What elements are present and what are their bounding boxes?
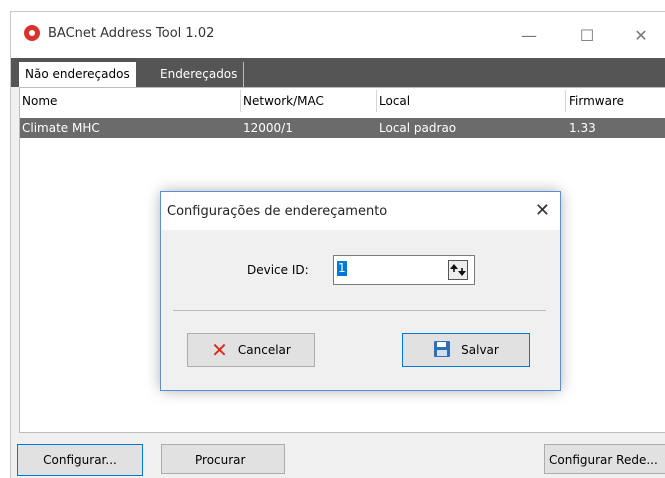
cancel-x-icon: ✕ [211, 338, 228, 362]
minimize-icon[interactable]: — [509, 20, 549, 50]
column-header-network[interactable]: Network/MAC [243, 94, 324, 108]
save-disk-icon [433, 340, 451, 361]
cell-network: 12000/1 [243, 121, 293, 135]
save-label: Salvar [461, 343, 499, 357]
cancel-button[interactable]: ✕ Cancelar [187, 333, 315, 367]
save-button[interactable]: Salvar [402, 333, 530, 367]
device-id-label: Device ID: [247, 263, 309, 277]
cell-local: Local padrao [379, 121, 457, 135]
device-id-stepper[interactable]: 1 [333, 255, 475, 285]
close-icon[interactable]: ✕ [621, 20, 661, 50]
configurar-rede-button[interactable]: Configurar Rede... [544, 444, 665, 474]
cancel-label: Cancelar [237, 343, 291, 357]
table-row[interactable]: Climate MHC 12000/1 Local padrao 1.33 [20, 118, 665, 138]
dialog-title-bar: Configurações de endereçamento ✕ [161, 192, 560, 230]
tab-enderecados[interactable]: Endereçados [154, 62, 245, 87]
column-separator [240, 90, 241, 112]
column-separator [565, 90, 566, 112]
app-icon [24, 25, 40, 41]
cell-nome: Climate MHC [22, 121, 100, 135]
window-title: BACnet Address Tool 1.02 [48, 26, 215, 41]
address-config-dialog: Configurações de endereçamento ✕ Device … [160, 191, 561, 391]
maximize-icon[interactable]: ☐ [567, 20, 607, 50]
device-id-value[interactable]: 1 [337, 261, 347, 276]
procurar-button[interactable]: Procurar [161, 444, 285, 474]
dialog-title: Configurações de endereçamento [167, 204, 388, 219]
dialog-close-icon[interactable]: ✕ [535, 200, 550, 221]
tab-nao-enderecados[interactable]: Não endereçados [19, 62, 136, 87]
title-bar: BACnet Address Tool 1.02 — ☐ ✕ [11, 12, 665, 58]
configurar-button[interactable]: Configurar... [17, 444, 143, 476]
column-header-nome[interactable]: Nome [22, 94, 57, 108]
spin-arrows-icon[interactable] [448, 260, 468, 280]
dialog-divider [173, 310, 546, 311]
cell-firmware: 1.33 [569, 121, 596, 135]
column-header-firmware[interactable]: Firmware [569, 94, 624, 108]
tab-strip: Não endereçados Endereçados [11, 58, 665, 87]
column-separator [376, 90, 377, 112]
column-header-local[interactable]: Local [379, 94, 410, 108]
